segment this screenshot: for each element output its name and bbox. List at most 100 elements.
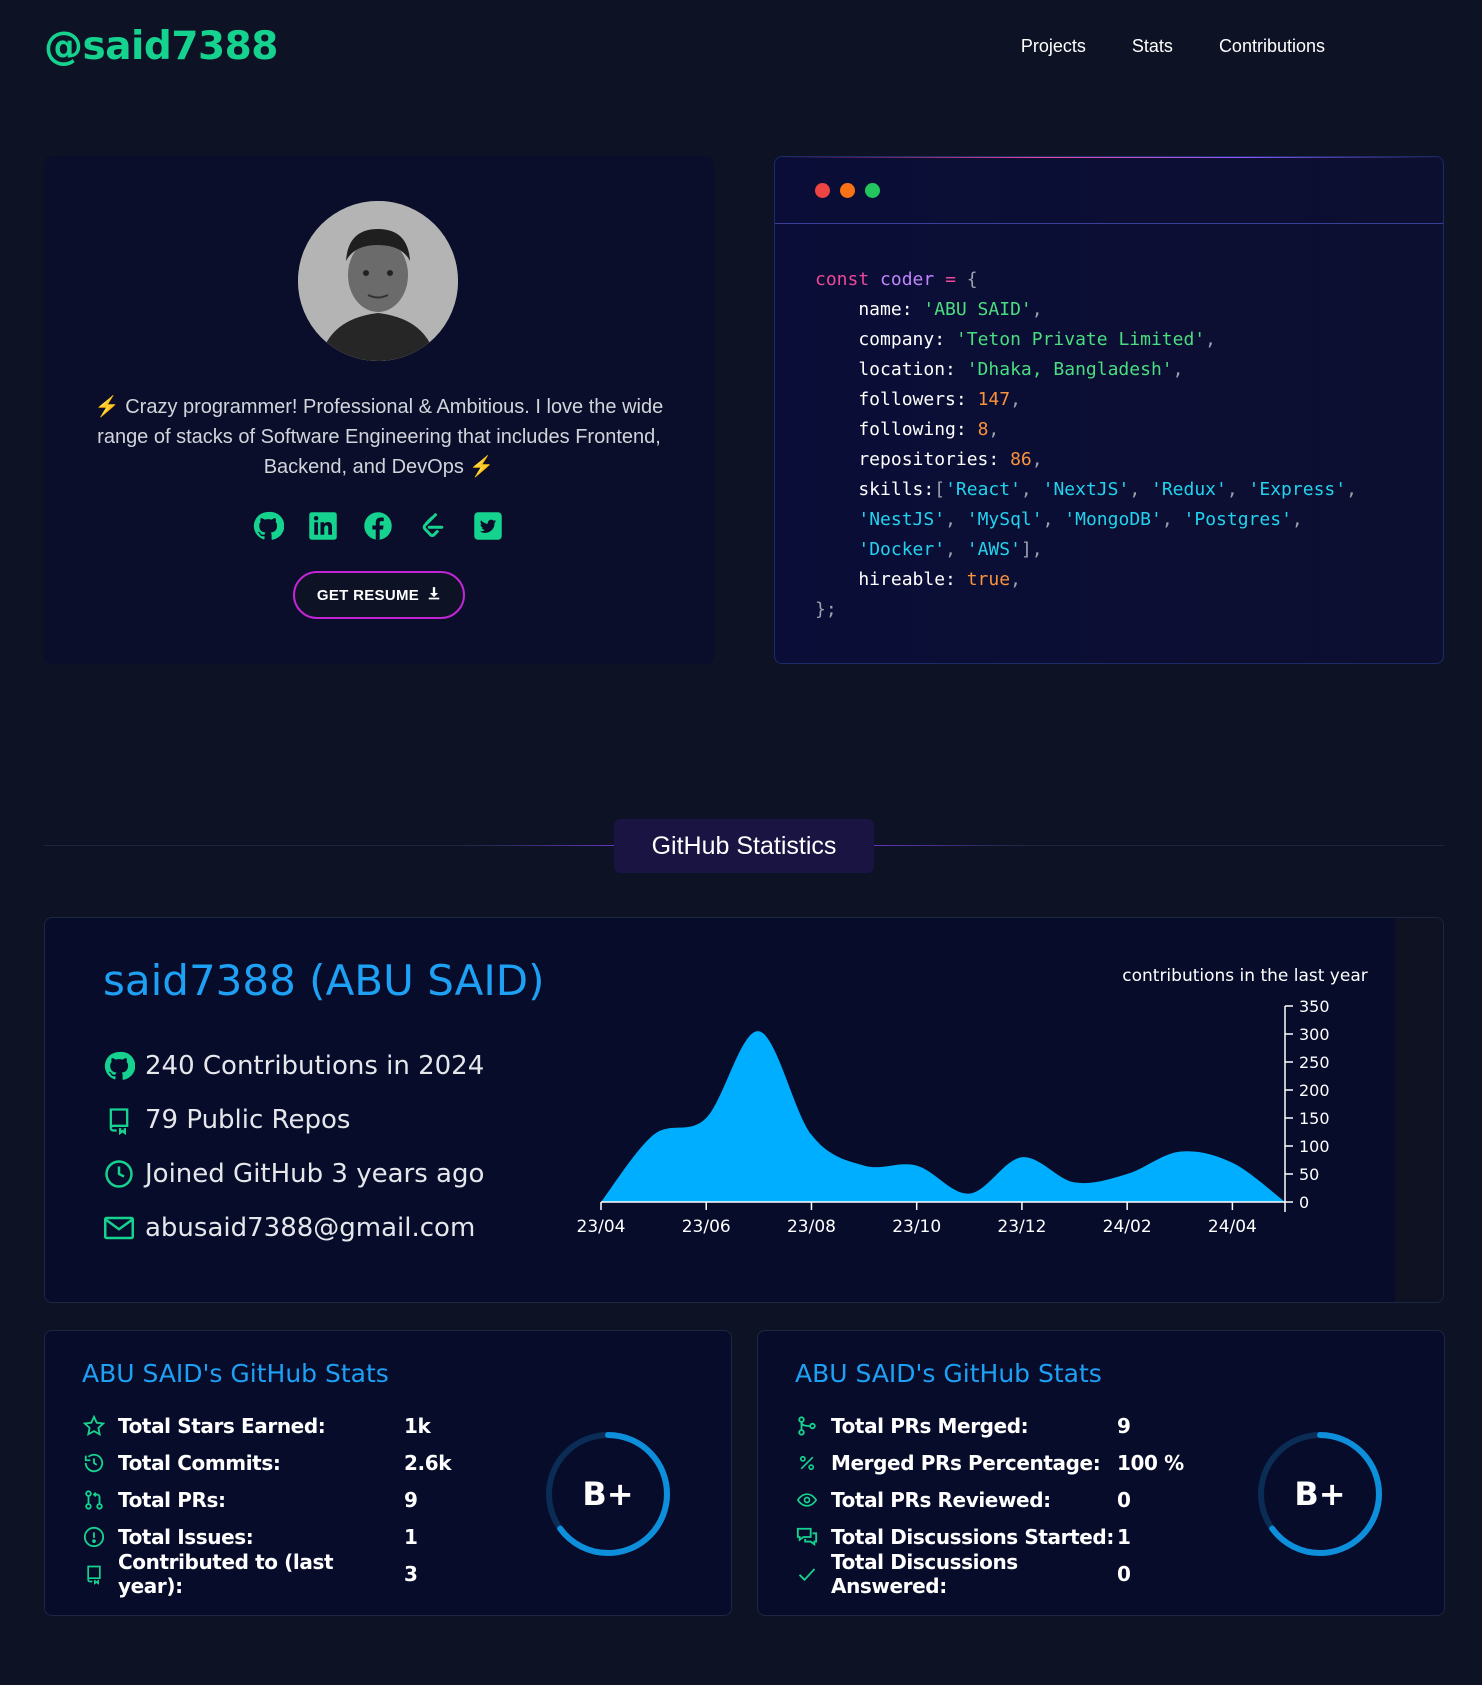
skill-item: 'Redux' [1151,479,1227,500]
stats-title: ABU SAID's GitHub Stats [82,1359,389,1388]
stat-value: 9 [404,1487,418,1512]
card-edge-strip [1395,918,1443,1302]
check-icon [795,1562,819,1586]
merge-icon [795,1414,819,1438]
code-location-value: 'Dhaka, Bangladesh' [966,359,1173,380]
contrib-item-joined: Joined GitHub 3 years ago [103,1158,484,1190]
stat-value: 1 [404,1524,418,1549]
stat-value: 100 % [1117,1450,1184,1475]
x-tick-label: 23/04 [577,1217,626,1237]
grade-label: B+ [582,1475,634,1513]
github-icon [103,1050,135,1082]
red-dot [815,183,830,198]
code-company-value: 'Teton Private Limited' [955,329,1206,350]
contrib-text: 240 Contributions in 2024 [145,1051,485,1081]
green-dot [865,183,880,198]
y-tick-label: 200 [1299,1081,1330,1100]
y-tick-label: 150 [1299,1109,1330,1128]
stats-list: Total Stars Earned: 1k Total Commits: 2.… [82,1407,452,1598]
stat-value: 2.6k [404,1450,452,1475]
stat-label: Total PRs Merged: [831,1413,1029,1438]
code-var: coder [880,269,935,290]
contrib-text: Joined GitHub 3 years ago [145,1159,485,1189]
star-icon [82,1414,106,1438]
skill-item: 'React' [945,479,1021,500]
linkedin-icon[interactable] [307,510,339,542]
brand-logo[interactable]: @said7388 [44,24,278,69]
stat-value: 1 [1117,1524,1131,1549]
x-tick-label: 23/12 [997,1217,1046,1237]
code-followers-value: 147 [977,389,1011,410]
code-hireable-value: true [966,569,1011,590]
y-tick-label: 250 [1299,1053,1330,1072]
lightning-icon: ⚡ [469,456,495,478]
lightning-icon: ⚡ [94,396,120,418]
y-tick-label: 50 [1299,1165,1319,1184]
skill-item: 'Postgres' [1183,509,1292,530]
orange-dot [840,183,855,198]
issue-icon [82,1525,106,1549]
stats-card-right: ABU SAID's GitHub Stats Total PRs Merged… [757,1330,1445,1616]
stat-label: Total Stars Earned: [118,1413,326,1438]
skill-item: 'Express' [1248,479,1347,500]
leetcode-icon[interactable] [417,510,449,542]
nav-contributions[interactable]: Contributions [1219,36,1325,57]
contributions-chart: contributions in the last year 23/04 23/06… [505,958,1375,1298]
mail-icon [103,1212,135,1244]
stat-label: Total PRs: [118,1487,226,1512]
stat-row: Total PRs Reviewed: 0 [795,1481,1184,1518]
contrib-username: said7388 (ABU SAID) [103,956,545,1005]
code-repos-value: 86 [1010,449,1032,470]
facebook-icon[interactable] [362,510,394,542]
repo-icon [103,1104,135,1136]
x-tick-label: 24/02 [1103,1217,1152,1237]
nav-stats[interactable]: Stats [1132,36,1173,57]
contrib-item-repos: 79 Public Repos [103,1104,350,1136]
twitter-icon[interactable] [472,510,504,542]
skill-item: 'NextJS' [1042,479,1130,500]
github-icon[interactable] [252,510,284,542]
resume-label: GET RESUME [316,586,420,604]
main-nav: Projects Stats Contributions [1021,36,1325,57]
stats-title: ABU SAID's GitHub Stats [795,1359,1102,1388]
stat-row: Total Commits: 2.6k [82,1444,452,1481]
stats-list: Total PRs Merged: 9 Merged PRs Percentag… [795,1407,1184,1598]
y-tick-label: 100 [1299,1137,1330,1156]
contrib-text: abusaid7388@gmail.com [145,1213,476,1243]
stat-label: Contributed to (last year): [118,1549,334,1598]
stat-label: Total Issues: [118,1524,254,1549]
contrib-item-email: abusaid7388@gmail.com [103,1212,475,1244]
stat-row: Total Discussions Answered: 0 [795,1550,1184,1598]
stat-value: 9 [1117,1413,1131,1438]
percent-icon [795,1451,819,1475]
grade-ring: B+ [1255,1429,1385,1559]
contribution-area [601,1031,1285,1202]
code-keyword: const [815,269,870,290]
skill-item: 'Docker' [858,539,946,560]
avatar [298,201,458,361]
contributions-card: said7388 (ABU SAID) 240 Contributions in… [44,917,1444,1303]
contrib-text: 79 Public Repos [145,1105,351,1135]
window-dots [815,183,880,198]
section-title: GitHub Statistics [614,819,874,873]
download-icon [427,586,441,604]
stat-label: Total Discussions Started: [831,1524,1114,1549]
bio-content: Crazy programmer! Professional & Ambitio… [97,396,664,478]
get-resume-button[interactable]: GET RESUME [293,571,465,619]
skill-item: 'NestJS' [858,509,946,530]
repo-icon [82,1562,106,1586]
x-tick-label: 23/08 [787,1217,836,1237]
skill-item: 'MongoDB' [1064,509,1162,530]
gradient-top-border [775,157,1443,158]
stat-label: Total PRs Reviewed: [831,1487,1051,1512]
pull-request-icon [82,1488,106,1512]
stat-value: 3 [404,1561,418,1586]
stat-row: Contributed to (last year): 3 [82,1550,451,1598]
nav-projects[interactable]: Projects [1021,36,1086,57]
chart-title: contributions in the last year [1122,966,1368,986]
eye-icon [795,1488,819,1512]
y-tick-label: 350 [1299,997,1330,1016]
contrib-item-contributions: 240 Contributions in 2024 [103,1050,484,1082]
stat-row: Merged PRs Percentage: 100 % [795,1444,1184,1481]
skill-item: 'MySql' [966,509,1043,530]
